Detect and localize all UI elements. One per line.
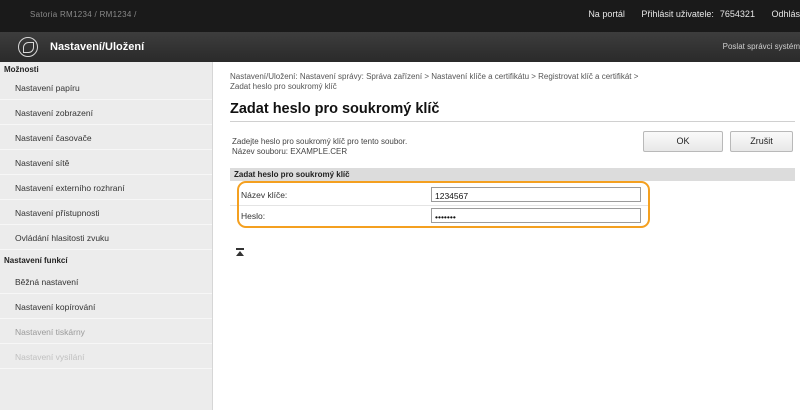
password-section: Zadat heslo pro soukromý klíč Název klíč… <box>230 168 795 228</box>
sidebar-item-paper[interactable]: Nastavení papíru <box>0 75 212 100</box>
title-bar: Nastavení/Uložení Poslat správci systém <box>0 32 800 62</box>
breadcrumb-line[interactable]: Nastavení/Uložení: Nastavení správy: Spr… <box>230 72 790 82</box>
description: Zadejte heslo pro soukromý klíč pro tent… <box>232 137 407 157</box>
app-title: Nastavení/Uložení <box>50 41 145 53</box>
top-bar: Satoria RM1234 / RM1234 / Na portál Přih… <box>0 0 800 32</box>
user-id: 7654321 <box>719 9 755 19</box>
page-title: Zadat heslo pro soukromý klíč <box>230 101 440 117</box>
highlight-outline <box>237 181 650 228</box>
ok-button[interactable]: OK <box>643 131 723 152</box>
sidebar-item-external-interface[interactable]: Nastavení externího rozhraní <box>0 175 212 200</box>
mail-admin-link[interactable]: Poslat správci systém <box>723 42 800 51</box>
sidebar-item-printer[interactable]: Nastavení tiskárny <box>0 319 212 344</box>
sidebar-item-send[interactable]: Nastavení vysílání <box>0 344 212 369</box>
description-text: Zadejte heslo pro soukromý klíč pro tent… <box>232 137 408 146</box>
sidebar-item-network[interactable]: Nastavení sítě <box>0 150 212 175</box>
logout-link[interactable]: Odhlás <box>771 9 800 19</box>
file-name-text: Název souboru: EXAMPLE.CER <box>232 147 348 156</box>
breadcrumb: Nastavení/Uložení: Nastavení správy: Spr… <box>230 72 790 92</box>
sidebar: Možnosti Nastavení papíru Nastavení zobr… <box>0 62 213 410</box>
back-to-top-icon[interactable] <box>236 248 244 257</box>
settings-logo-icon <box>18 37 38 57</box>
sidebar-item-volume[interactable]: Ovládání hlasitosti zvuku <box>0 225 212 250</box>
sidebar-functions-header: Nastavení funkcí <box>4 256 68 265</box>
sidebar-item-copy[interactable]: Nastavení kopírování <box>0 294 212 319</box>
sidebar-item-display[interactable]: Nastavení zobrazení <box>0 100 212 125</box>
title-divider <box>230 121 795 122</box>
portal-link[interactable]: Na portál <box>588 9 625 19</box>
top-links: Na portál Přihlásit uživatele: 7654321 Od… <box>574 9 800 19</box>
login-user-label: Přihlásit uživatele: <box>641 9 714 19</box>
device-name: Satoria RM1234 / RM1234 / <box>30 10 137 19</box>
sidebar-item-timer[interactable]: Nastavení časovače <box>0 125 212 150</box>
section-title: Zadat heslo pro soukromý klíč <box>230 168 795 181</box>
sidebar-item-accessibility[interactable]: Nastavení přístupnosti <box>0 200 212 225</box>
sidebar-options-header: Možnosti <box>4 65 39 74</box>
breadcrumb-current: Zadat heslo pro soukromý klíč <box>230 82 337 91</box>
cancel-button[interactable]: Zrušit <box>730 131 793 152</box>
sidebar-item-common[interactable]: Běžná nastavení <box>0 269 212 294</box>
